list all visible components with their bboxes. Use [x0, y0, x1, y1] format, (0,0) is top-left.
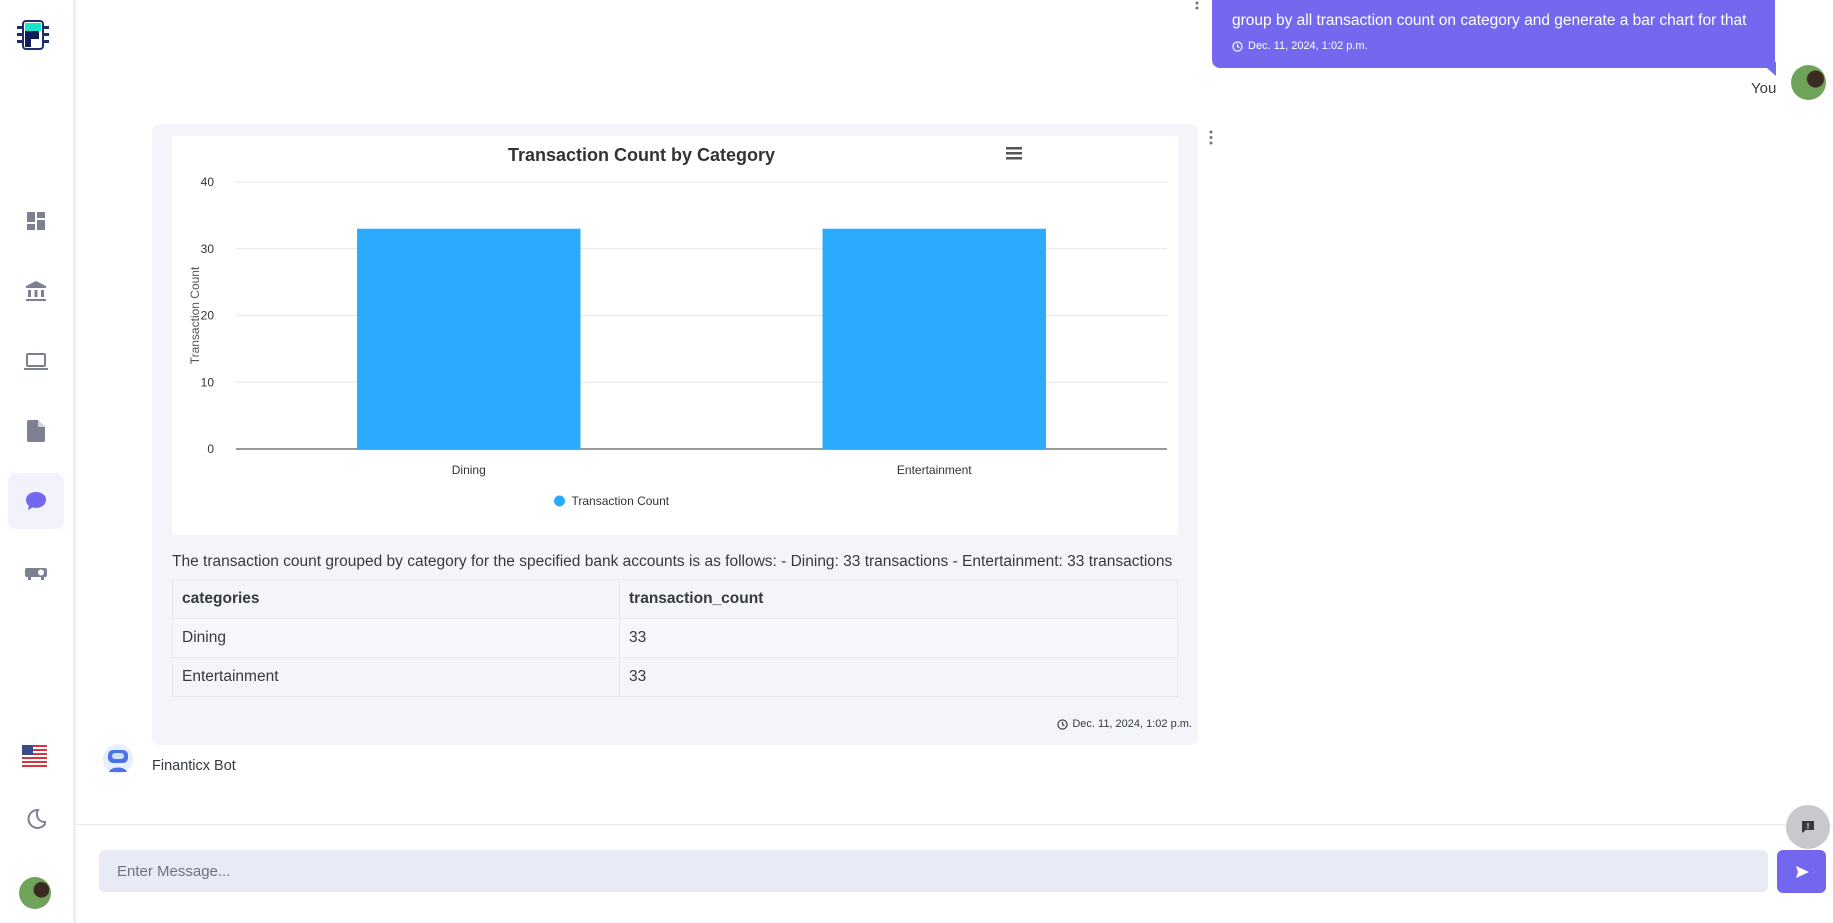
user-message-text: group by all transaction count on catego…: [1232, 12, 1747, 29]
send-icon: [1795, 865, 1809, 878]
clock-icon: [1232, 40, 1243, 52]
send-button[interactable]: [1777, 850, 1826, 893]
bar-chart: Transaction Count by Category 0 10 20 30 40 Tr…: [172, 136, 1178, 535]
y-tick-label: 10: [201, 375, 215, 389]
table-cell: 33: [619, 657, 1178, 697]
table-cell: Entertainment: [172, 657, 620, 697]
table-header: categories: [172, 579, 620, 619]
sidebar-item-devices[interactable]: [8, 334, 64, 390]
profile-avatar[interactable]: [19, 877, 51, 909]
clock-icon: [1057, 718, 1069, 730]
bar-dining: [357, 228, 581, 449]
table-cell: 33: [619, 618, 1178, 658]
chart-svg: Transaction Count by Category 0 10 20 30 40 Tr…: [188, 145, 1167, 508]
user-message-menu-icon[interactable]: [1195, 1, 1199, 13]
feedback-icon: [1802, 821, 1814, 833]
table-cell: Dining: [172, 618, 620, 658]
table-row: Dining 33: [172, 618, 1178, 658]
sidebar-item-dashboard[interactable]: [8, 193, 64, 249]
app-logo[interactable]: [16, 18, 50, 52]
table-row: Entertainment 33: [172, 657, 1178, 697]
message-input[interactable]: [99, 850, 1768, 892]
user-message-bubble: group by all transaction count on catego…: [1212, 0, 1775, 68]
y-tick-label: 0: [207, 442, 214, 456]
x-tick-label: Entertainment: [897, 463, 972, 477]
sidebar: [0, 0, 76, 923]
projector-icon: [25, 568, 47, 580]
user-name: You: [1751, 80, 1777, 97]
sidebar-item-documents[interactable]: [8, 403, 64, 459]
table-header: transaction_count: [619, 579, 1178, 619]
y-tick-label: 30: [201, 242, 215, 256]
table-header-row: categories transaction_count: [172, 579, 1178, 619]
legend-label: Transaction Count: [572, 494, 670, 508]
bank-icon: [26, 281, 46, 301]
chat-icon: [26, 492, 46, 510]
moon-icon[interactable]: [24, 808, 46, 830]
bubble-tail: [1760, 62, 1776, 76]
y-tick-label: 40: [201, 175, 215, 189]
bar-entertainment: [822, 228, 1046, 449]
x-tick-label: Dining: [452, 463, 486, 477]
results-table: categories transaction_count Dining 33 Ent…: [172, 579, 1178, 697]
user-message-timestamp: Dec. 11, 2024, 1:02 p.m.: [1248, 40, 1368, 52]
help-button[interactable]: [1786, 805, 1830, 849]
chart-menu-icon[interactable]: [1006, 147, 1022, 160]
bot-name: Finanticx Bot: [152, 758, 236, 774]
bot-message-text: The transaction count grouped by categor…: [172, 553, 1173, 570]
document-icon: [27, 420, 45, 442]
footer-divider: [76, 824, 1833, 825]
dashboard-icon: [27, 212, 45, 230]
bot-avatar: [103, 744, 133, 774]
sidebar-item-bank[interactable]: [8, 263, 64, 319]
bot-message-timestamp: Dec. 11, 2024, 1:02 p.m.: [1072, 718, 1192, 730]
y-axis-label: Transaction Count: [188, 266, 202, 364]
chart-title: Transaction Count by Category: [508, 145, 775, 165]
y-tick-label: 20: [201, 309, 215, 323]
sidebar-item-chat[interactable]: [8, 473, 64, 529]
legend-marker: [554, 495, 565, 507]
flag-us-icon[interactable]: [22, 745, 47, 767]
laptop-icon: [24, 353, 48, 370]
bot-message-card: Transaction Count by Category 0 10 20 30 40 Tr…: [152, 124, 1198, 745]
bot-message-menu-icon[interactable]: [1209, 130, 1213, 146]
sidebar-item-projector[interactable]: [8, 545, 64, 601]
user-avatar: [1791, 65, 1826, 100]
